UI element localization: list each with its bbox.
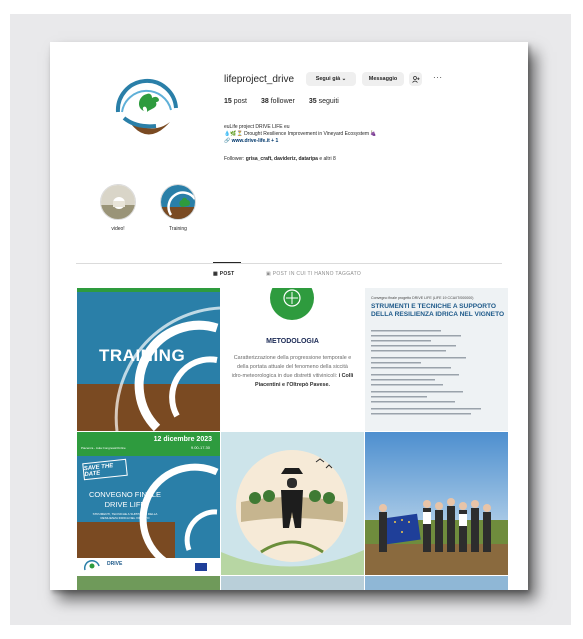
screenshot-frame: lifeproject_drive Segui già ⌄ Messaggio … [10, 14, 571, 625]
post-training[interactable]: TRAINING [77, 288, 220, 431]
post-metodologia-body: Caratterizzazione della progressione tem… [231, 355, 354, 388]
profile-bio: euLife project DRIVE LIFE eu 💧🌿⏳ Drought… [224, 124, 484, 146]
post-group-photo[interactable] [365, 432, 508, 575]
tab-tagged[interactable]: ▣ POST IN CUI TI HANNO TAGGATO [266, 271, 361, 277]
add-person-icon [411, 75, 420, 83]
more-options-button[interactable]: ··· [433, 73, 443, 82]
message-button[interactable]: Messaggio [362, 72, 404, 86]
event-place: Piacenza - Aula Congressi/Online [81, 446, 126, 450]
profile-stats: 15 post 38 follower 35 seguiti [224, 98, 339, 105]
posts-count[interactable]: 15 post [224, 98, 247, 105]
post-illustration-vineyard[interactable] [221, 432, 364, 575]
highlight-training[interactable]: Training [158, 184, 198, 232]
link-icon: 🔗 [224, 138, 231, 145]
event-time: 9.00-17.30 [190, 445, 210, 450]
post-metodologia[interactable]: METODOLOGIA Caratterizzazione della prog… [221, 288, 364, 431]
following-button[interactable]: Segui già ⌄ [306, 72, 356, 86]
post-metodologia-title: METODOLOGIA [266, 338, 319, 345]
post-row3-1[interactable] [77, 576, 220, 590]
event-date: 12 dicembre 2023 [153, 436, 212, 443]
post-row3-3[interactable] [365, 576, 508, 590]
doc-title: STRUMENTI E TECNICHE A SUPPORTO DELLA RE… [371, 303, 505, 318]
drive-logo-text: DRIVE [107, 561, 123, 567]
tabs-divider [76, 263, 502, 264]
highlight-video[interactable]: video! [98, 184, 138, 232]
profile-avatar[interactable] [112, 78, 182, 148]
add-person-button[interactable] [409, 72, 422, 86]
event-title: CONVEGNO FINALE DRIVE LIFE [88, 490, 162, 509]
doc-header: Convegno finale progetto DRIVE LIFE (LIF… [371, 296, 474, 300]
post-convegno-programma[interactable]: Convegno finale progetto DRIVE LIFE (LIF… [365, 288, 508, 431]
followers-count[interactable]: 38 follower [261, 98, 295, 105]
profile-username: lifeproject_drive [224, 74, 295, 85]
post-save-the-date[interactable]: 12 dicembre 2023 9.00-17.30 Piacenza - A… [77, 432, 220, 575]
bio-link-row: 🔗 www.drive-life.it + 1 [224, 138, 484, 145]
post-row3-2[interactable] [221, 576, 364, 590]
highlight-video-label: video! [111, 226, 125, 232]
highlight-training-label: Training [169, 226, 187, 232]
event-subtitle: STRUMENTI, TECNICHE A SUPPORTO DELLA RES… [92, 512, 158, 520]
followed-by-text[interactable]: Follower: grisa_craft, davideriz, datari… [224, 156, 336, 162]
tab-posts[interactable]: ▦ POST [213, 271, 235, 277]
active-tab-indicator [213, 262, 241, 263]
following-count[interactable]: 35 seguiti [309, 98, 339, 105]
highlight-video-cover [100, 184, 136, 220]
bio-link-extra[interactable]: + 1 [270, 138, 278, 144]
instagram-profile-card: lifeproject_drive Segui già ⌄ Messaggio … [50, 42, 528, 590]
post-training-text: TRAINING [99, 346, 186, 365]
event-logos-strip: DRIVE [77, 558, 220, 575]
bio-link[interactable]: www.drive-life.it [232, 138, 270, 144]
highlight-training-cover [160, 184, 196, 220]
